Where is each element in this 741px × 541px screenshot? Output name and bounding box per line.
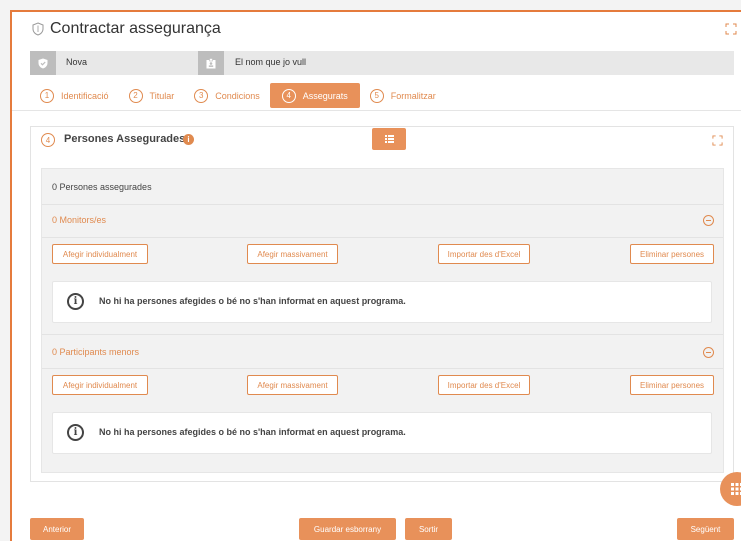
- insured-list-container: 0 Persones assegurades 0 Monitors/es Afe…: [41, 168, 724, 473]
- expand-icon[interactable]: [725, 23, 737, 35]
- info-icon[interactable]: i: [183, 134, 194, 145]
- info-circle-icon: i: [67, 293, 84, 310]
- remove-persons-button[interactable]: Eliminar persones: [630, 244, 714, 264]
- grid-icon: [731, 483, 741, 495]
- group-title-minors: 0 Participants menors: [52, 347, 140, 357]
- expand-icon[interactable]: [712, 135, 723, 146]
- record-info-bar: Nova El nom que jo vull: [30, 51, 734, 75]
- add-individual-button[interactable]: Afegir individualment: [52, 375, 148, 395]
- panel-header: 4 Persones Assegurades i: [31, 127, 733, 154]
- import-excel-button[interactable]: Importar des d'Excel: [438, 244, 530, 264]
- step-identificacio[interactable]: 1 Identificació: [30, 83, 119, 108]
- status-label: Nova: [66, 57, 88, 67]
- divider: [42, 334, 723, 335]
- divider: [12, 110, 741, 111]
- step-titular[interactable]: 2 Titular: [119, 83, 185, 108]
- page-title: Contractar assegurança: [50, 20, 221, 37]
- list-icon: [384, 135, 394, 143]
- monitors-actions: Afegir individualment Afegir massivament…: [42, 244, 723, 266]
- import-excel-button[interactable]: Importar des d'Excel: [438, 375, 530, 395]
- exit-button[interactable]: Sortir: [405, 518, 452, 540]
- collapse-icon[interactable]: [703, 215, 714, 226]
- step-condicions[interactable]: 3 Condicions: [184, 83, 270, 108]
- list-view-toggle[interactable]: [372, 128, 406, 150]
- add-bulk-button[interactable]: Afegir massivament: [247, 375, 338, 395]
- next-button[interactable]: Següent: [677, 518, 734, 540]
- step-assegurats[interactable]: 4 Assegurats: [269, 83, 360, 108]
- insured-persons-panel: 4 Persones Assegurades i 0 Persones asse…: [30, 126, 734, 482]
- insured-count: 0 Persones assegurades: [52, 182, 152, 192]
- divider: [42, 237, 723, 238]
- page-header: Contractar assegurança: [12, 12, 741, 46]
- divider: [42, 368, 723, 369]
- empty-state-message: i No hi ha persones afegides o bé no s'h…: [52, 281, 712, 323]
- step-formalitzar[interactable]: 5 Formalitzar: [360, 83, 446, 108]
- panel-title: Persones Assegurades: [64, 133, 186, 145]
- collapse-icon[interactable]: [703, 347, 714, 358]
- save-draft-button[interactable]: Guardar esborrany: [299, 518, 396, 540]
- divider: [42, 204, 723, 205]
- panel-step-number: 4: [41, 133, 55, 147]
- info-circle-icon: i: [67, 424, 84, 441]
- policy-name-label: El nom que jo vull: [235, 57, 307, 67]
- add-individual-button[interactable]: Afegir individualment: [52, 244, 148, 264]
- previous-button[interactable]: Anterior: [30, 518, 84, 540]
- minors-actions: Afegir individualment Afegir massivament…: [42, 375, 723, 397]
- id-card-icon: [198, 51, 224, 75]
- add-bulk-button[interactable]: Afegir massivament: [247, 244, 338, 264]
- group-title-monitors: 0 Monitors/es: [52, 215, 107, 225]
- shield-icon: [32, 22, 44, 36]
- shield-check-icon: [30, 51, 56, 75]
- empty-state-message: i No hi ha persones afegides o bé no s'h…: [52, 412, 712, 454]
- remove-persons-button[interactable]: Eliminar persones: [630, 375, 714, 395]
- wizard-stepper: 1 Identificació 2 Titular 3 Condicions 4…: [30, 83, 446, 108]
